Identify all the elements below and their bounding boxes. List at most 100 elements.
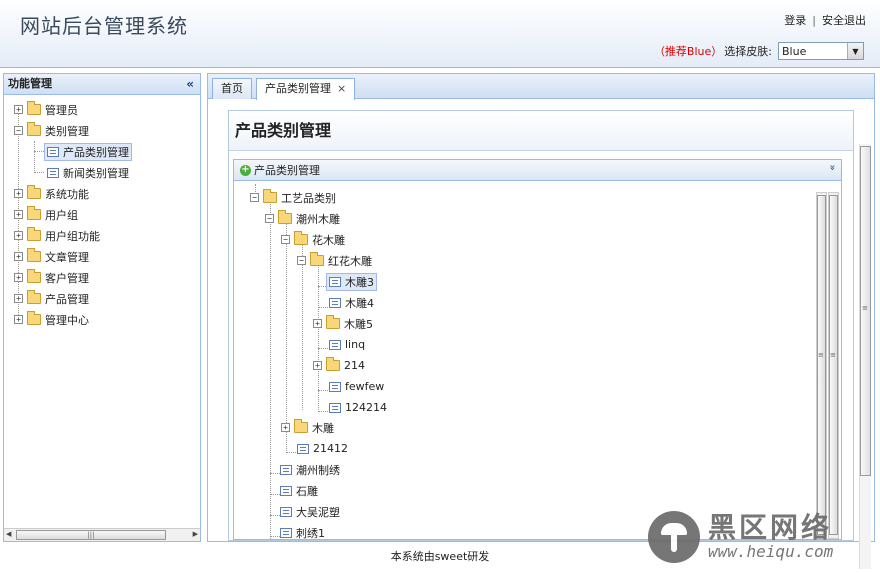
expand-plus-icon[interactable]: + [14,315,23,324]
tree-node-21412[interactable]: 21412 [297,438,348,459]
sidebar-item-label: 系统功能 [45,187,89,201]
mushroom-logo-icon [648,511,700,563]
expand-plus-icon[interactable]: + [313,361,322,370]
tab-home[interactable]: 首页 [212,78,252,99]
center-panel: 首页 产品类别管理 × 产品类别管理 + 产品类别管理 » − 工艺品类别 − … [207,73,875,569]
document-icon [297,443,309,454]
sidebar-item-label: 文章管理 [45,250,89,264]
add-icon[interactable]: + [240,164,251,176]
expand-plus-icon[interactable]: + [14,105,23,114]
login-link[interactable]: 登录 [784,14,806,27]
tree-node-label: 刺绣1 [296,526,325,540]
tree-connector [270,473,280,474]
sidebar-horizontal-scrollbar[interactable]: ◀ ||| ▶ [4,528,200,541]
tree-node-woodcarving-4[interactable]: 木雕4 [329,292,374,313]
expand-plus-icon[interactable]: + [281,423,290,432]
sidebar-item-admin-center[interactable]: + 管理中心 [4,309,200,330]
collapse-minus-icon[interactable]: − [281,235,290,244]
tab-label: 首页 [221,82,243,95]
skin-label: 选择皮肤: [724,45,772,58]
tree-node-flower-woodcarving[interactable]: − 花木雕 [281,229,345,250]
collapse-minus-icon[interactable]: − [265,214,274,223]
folder-open-icon [294,231,308,245]
tree-node-clay-sculpture[interactable]: 大吴泥塑 [280,501,340,522]
category-tree-scrollbars[interactable]: ≡ ≡ [816,192,840,539]
tree-node-fewfew[interactable]: fewfew [329,376,384,397]
scrollbar-thumb[interactable] [817,195,826,535]
tree-node-crafts[interactable]: − 工艺品类别 [250,187,336,208]
collapse-minus-icon[interactable]: − [250,193,259,202]
selected-node[interactable]: 木雕3 [326,272,377,291]
folder-open-icon [263,189,277,203]
tree-node-214[interactable]: + 214 [313,355,365,376]
expand-plus-icon[interactable]: + [14,231,23,240]
sidebar-item-category-mgmt[interactable]: − 类别管理 [4,120,200,141]
document-icon [47,146,59,157]
sidebar-item-product-mgmt[interactable]: + 产品管理 [4,288,200,309]
skin-select[interactable]: Blue ▼ [778,42,864,60]
sidebar-item-user-group-functions[interactable]: + 用户组功能 [4,225,200,246]
sidebar-item-article-mgmt[interactable]: + 文章管理 [4,246,200,267]
tab-content: 产品类别管理 + 产品类别管理 » − 工艺品类别 − 潮州木雕 − 花木雕 −… [208,100,874,569]
sidebar-item-customer-mgmt[interactable]: + 客户管理 [4,267,200,288]
tree-node-label: fewfew [345,380,385,393]
folder-icon [326,315,340,329]
sidebar-item-news-category[interactable]: 新闻类别管理 [4,162,200,183]
scrollbar-grip-icon: ≡ [862,304,868,312]
tab-product-category[interactable]: 产品类别管理 × [256,78,356,100]
tree-node-label: 木雕3 [345,275,374,289]
collapse-minus-icon[interactable]: − [297,256,306,265]
expand-plus-icon[interactable]: + [14,294,23,303]
expand-plus-icon[interactable]: + [14,189,23,198]
tab-bar: 首页 产品类别管理 × [208,74,874,100]
category-tree-title: 产品类别管理 [254,164,320,177]
vertical-scrollbar[interactable]: ≡ [816,192,827,539]
folder-icon [27,101,41,115]
vertical-scrollbar[interactable]: ≡ [828,192,839,539]
close-icon[interactable]: × [337,82,346,95]
scrollbar-thumb[interactable]: ||| [16,530,166,540]
tree-node-linq[interactable]: linq [329,334,365,355]
sidebar-item-label: 类别管理 [45,124,89,138]
selected-node[interactable]: 产品类别管理 [44,142,132,161]
sidebar-item-label: 用户组 [45,208,78,222]
tree-node-embroidery-1[interactable]: 刺绣1 [280,522,325,539]
tree-node-stone-carving[interactable]: 石雕 [280,480,318,501]
scrollbar-thumb[interactable] [829,195,838,535]
expand-plus-icon[interactable]: + [14,210,23,219]
sidebar-item-product-category[interactable]: 产品类别管理 [4,141,200,162]
expand-plus-icon[interactable]: + [14,273,23,282]
scrollbar-grip-icon: ≡ [830,351,836,359]
app-header: 网站后台管理系统 登录 | 安全退出 （推荐Blue） 选择皮肤: Blue ▼ [0,0,880,68]
tree-node-124214[interactable]: 124214 [329,397,387,418]
collapse-left-icon[interactable]: « [186,74,194,94]
expand-plus-icon[interactable]: + [313,319,322,328]
sidebar-item-user-group[interactable]: + 用户组 [4,204,200,225]
expand-tools-icon[interactable]: » [826,164,837,170]
chevron-down-icon[interactable]: ▼ [847,43,863,59]
logout-link[interactable]: 安全退出 [822,14,866,27]
scroll-right-icon[interactable]: ▶ [193,530,198,538]
tree-node-chaozhou-woodcarving[interactable]: − 潮州木雕 [265,208,340,229]
sidebar-item-system-functions[interactable]: + 系统功能 [4,183,200,204]
folder-icon [294,419,308,433]
tree-node-red-flower-woodcarving[interactable]: − 红花木雕 [297,250,372,271]
category-tree: − 工艺品类别 − 潮州木雕 − 花木雕 − 红花木雕 木雕3 木雕4 + 木雕… [242,182,812,539]
sidebar-item-label: 新闻类别管理 [63,166,129,180]
tree-node-label: 21412 [313,442,348,455]
tree-node-chaozhou-embroidery[interactable]: 潮州制绣 [280,459,340,480]
tree-node-label: 木雕4 [345,296,374,310]
category-tree-header: + 产品类别管理 » [234,160,841,181]
expand-plus-icon[interactable]: + [14,252,23,261]
skin-recommendation: （推荐Blue） [653,45,723,58]
sidebar-item-admin[interactable]: + 管理员 [4,99,200,120]
collapse-minus-icon[interactable]: − [14,126,23,135]
scroll-left-icon[interactable]: ◀ [6,530,11,538]
folder-icon [27,248,41,262]
tree-node-woodcarving[interactable]: + 木雕 [281,417,334,438]
tree-node-woodcarving-3[interactable]: 木雕3 [326,271,377,292]
tree-node-woodcarving-5[interactable]: + 木雕5 [313,313,373,334]
skin-selector-row: （推荐Blue） 选择皮肤: Blue ▼ [654,42,864,60]
sidebar-item-label: 产品管理 [45,292,89,306]
tree-connector [286,452,296,453]
